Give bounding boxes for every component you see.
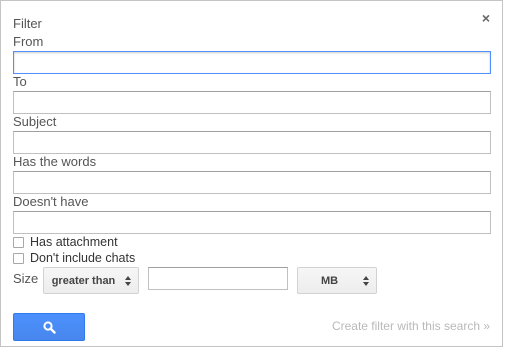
size-value-field[interactable]: [148, 267, 288, 290]
no-chats-checkbox[interactable]: [13, 252, 24, 264]
doesnt-have-label: Doesn't have: [13, 194, 89, 209]
from-label: From: [13, 34, 44, 49]
filter-dialog: Filter × From To Subject Has the words D…: [0, 0, 503, 347]
has-attachment-option[interactable]: Has attachment: [13, 235, 118, 249]
no-chats-option[interactable]: Don't include chats: [13, 251, 135, 265]
search-button[interactable]: [13, 313, 85, 341]
create-filter-link[interactable]: Create filter with this search »: [332, 319, 490, 333]
to-field[interactable]: [13, 91, 491, 114]
subject-field[interactable]: [13, 131, 491, 154]
to-label: To: [13, 74, 27, 89]
size-comparator-select[interactable]: greater than: [43, 267, 139, 294]
dialog-title: Filter: [13, 16, 42, 31]
up-down-arrows-icon: [361, 275, 371, 286]
has-attachment-checkbox[interactable]: [13, 236, 24, 248]
size-label: Size: [13, 271, 39, 286]
search-icon: [42, 320, 56, 334]
doesnt-have-field[interactable]: [13, 211, 491, 234]
up-down-arrows-icon: [123, 275, 133, 286]
has-words-field[interactable]: [13, 171, 491, 194]
has-words-label: Has the words: [13, 154, 97, 169]
has-attachment-label: Has attachment: [30, 235, 118, 249]
from-field[interactable]: [13, 51, 491, 74]
no-chats-label: Don't include chats: [30, 251, 136, 265]
size-unit-select[interactable]: MB: [297, 267, 377, 294]
size-unit-value: MB: [320, 274, 339, 287]
size-comparator-value: greater than: [51, 274, 116, 287]
subject-label: Subject: [13, 114, 57, 129]
close-icon[interactable]: ×: [482, 10, 490, 26]
